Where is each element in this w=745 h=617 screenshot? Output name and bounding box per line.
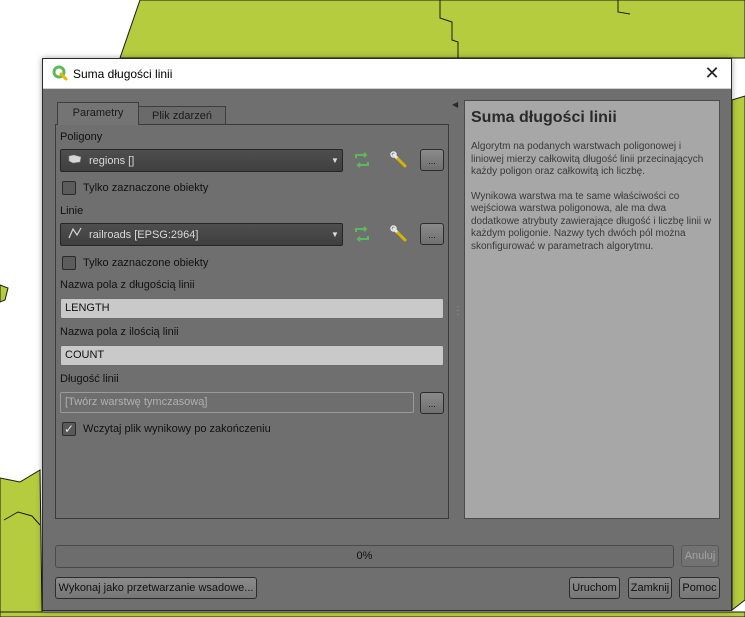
map-polygon-south (0, 611, 745, 617)
map-polygon-west (0, 284, 9, 303)
iterate-icon[interactable] (351, 223, 373, 245)
load-output-checkbox[interactable]: ✓ (62, 422, 76, 436)
lines-label: Linie (60, 205, 84, 217)
output-path-input[interactable]: [Twórz warstwę tymczasową] (60, 392, 414, 413)
output-browse-button[interactable]: ... (420, 392, 444, 414)
lines-layer-value: railroads [EPSG:2964] (89, 228, 199, 241)
lines-layer-select[interactable]: railroads [EPSG:2964] ▼ (60, 223, 343, 246)
help-panel: Suma długości linii Algorytm na podanych… (464, 100, 720, 519)
tab-log[interactable]: Plik zdarzeń (138, 106, 226, 125)
polygons-layer-value: regions [] (89, 154, 135, 167)
length-field-input[interactable]: LENGTH (60, 298, 444, 319)
polygons-browse-button[interactable]: ... (420, 149, 444, 171)
title-bar[interactable]: Suma długości linii ✕ (43, 59, 731, 89)
iterate-icon[interactable] (351, 149, 373, 171)
close-icon[interactable]: ✕ (702, 63, 722, 83)
qgis-icon (52, 65, 68, 81)
polygons-layer-select[interactable]: regions [] ▼ (60, 149, 343, 172)
lines-browse-button[interactable]: ... (420, 223, 444, 245)
chevron-down-icon: ▼ (331, 156, 339, 165)
batch-process-button[interactable]: Wykonaj jako przetwarzanie wsadowe... (55, 577, 257, 599)
count-field-input[interactable]: COUNT (60, 345, 444, 366)
map-polygon-southwest (0, 469, 43, 613)
polygons-selected-only-label: Tylko zaznaczone obiekty (83, 182, 209, 194)
run-button[interactable]: Uruchom (569, 577, 620, 599)
polygons-label: Poligony (60, 131, 103, 143)
window-title: Suma długości linii (73, 67, 173, 81)
tab-parameters[interactable]: Parametry (57, 102, 139, 125)
lines-selected-only-label: Tylko zaznaczone obiekty (83, 257, 209, 269)
lines-selected-only-checkbox[interactable] (62, 256, 76, 270)
algorithm-dialog: Suma długości linii ✕ Parametry Plik zda… (42, 58, 732, 611)
length-field-label: Nazwa pola z długością linii (60, 279, 195, 291)
help-paragraph-2: Wynikowa warstwa ma te same właściwości … (471, 190, 712, 252)
wrench-icon[interactable] (388, 149, 410, 171)
collapse-arrow-icon[interactable]: ◀ (452, 100, 458, 109)
load-output-label: Wczytaj plik wynikowy po zakończeniu (83, 423, 271, 435)
help-paragraph-1: Algorytm na podanych warstwach poligonow… (471, 141, 704, 177)
map-polygon-east (731, 95, 745, 612)
splitter-handle[interactable]: · · · (456, 303, 460, 319)
wrench-icon[interactable] (388, 223, 410, 245)
chevron-down-icon: ▼ (331, 230, 339, 239)
parameters-panel: Poligony regions [] ▼ ... Tylko zaznaczo… (55, 124, 449, 519)
polygons-selected-only-checkbox[interactable] (62, 181, 76, 195)
polygon-layer-icon (66, 154, 84, 167)
help-title: Suma długości linii (471, 109, 617, 126)
line-layer-icon (66, 227, 84, 242)
count-field-label: Nazwa pola z ilością linii (60, 326, 179, 338)
close-button[interactable]: Zamknij (628, 577, 672, 599)
cancel-button[interactable]: Anuluj (681, 545, 719, 567)
progress-bar: 0% (55, 545, 674, 568)
output-label: Długość linii (60, 373, 119, 385)
map-polygon-north (119, 0, 745, 59)
help-button[interactable]: Pomoc (679, 577, 720, 599)
